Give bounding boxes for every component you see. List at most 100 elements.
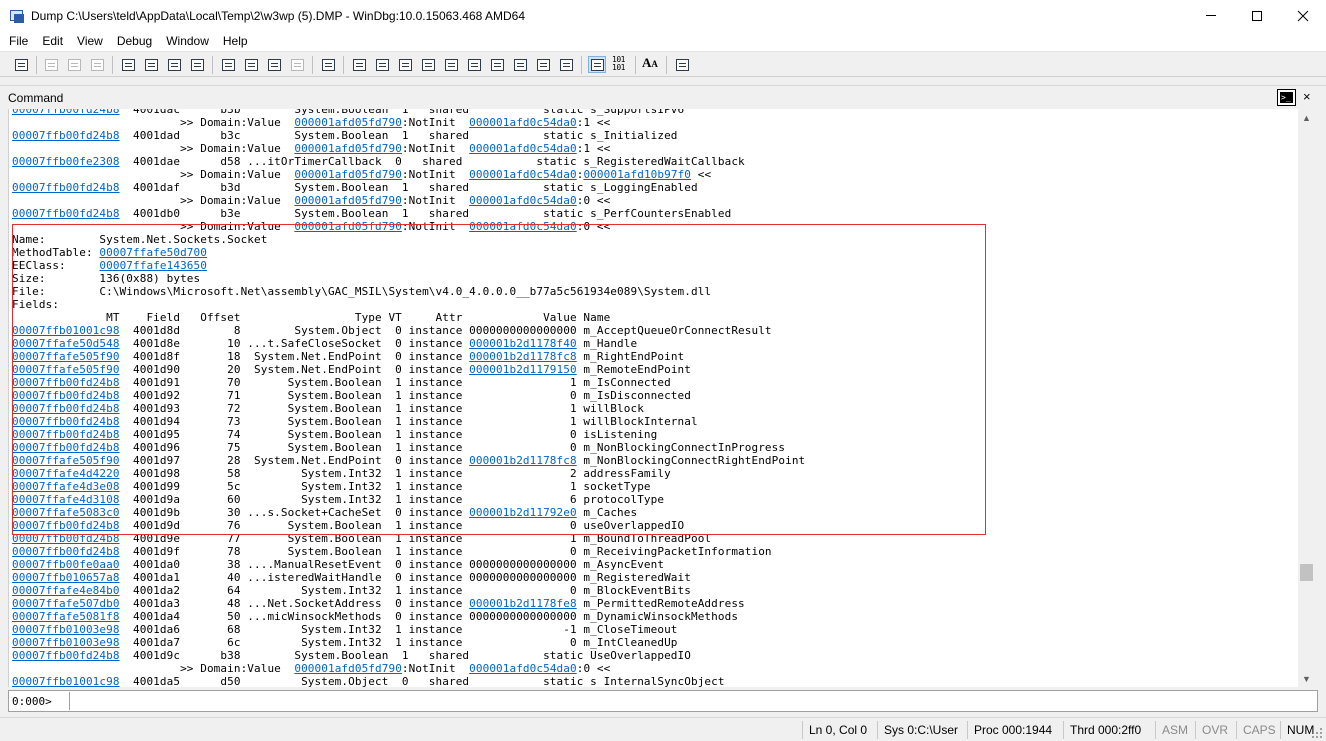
address-link[interactable]: 00007ffb00fd24b8 [12,402,120,415]
open-file-button[interactable] [12,56,30,73]
stop-debugging-button[interactable] [165,56,183,73]
address-link[interactable]: 00007ffb01003e98 [12,636,120,649]
address-link[interactable]: 00007ffafe505f90 [12,363,120,376]
address-link[interactable]: 00007ffafe4d4220 [12,467,120,480]
command-prompt-button[interactable]: >_ [1277,89,1296,106]
address-link[interactable]: 00007ffb00fd24b8 [12,532,120,545]
address-link[interactable]: 000001afd05fd790 [294,116,402,129]
address-link[interactable]: 000001afd05fd790 [294,662,402,675]
scroll-thumb[interactable] [1300,564,1313,581]
step-out-button[interactable] [265,56,283,73]
address-link[interactable]: 000001afd0c54da0 [469,168,577,181]
address-link[interactable]: 000001b2d1178fc8 [469,454,577,467]
address-link[interactable]: 00007ffb00fe2308 [12,155,120,168]
address-link[interactable]: 00007ffb00fd24b8 [12,519,120,532]
address-link[interactable]: 00007ffb010657a8 [12,571,120,584]
address-link[interactable]: 00007ffafe5081f8 [12,610,120,623]
address-link[interactable]: 00007ffafe505f90 [12,454,120,467]
command-input[interactable] [69,692,1309,710]
address-link[interactable]: 000001afd0c54da0 [469,116,577,129]
address-link[interactable]: 00007ffafe50d700 [99,246,207,259]
address-link[interactable]: 00007ffb00fd24b8 [12,545,120,558]
address-link[interactable]: 00007ffafe4d3108 [12,493,120,506]
address-link[interactable]: 000001b2d1178fc8 [469,350,577,363]
address-link[interactable]: 000001b2d11792e0 [469,506,577,519]
address-link[interactable]: 00007ffb00fd24b8 [12,428,120,441]
call-stack-window-button[interactable] [465,56,483,73]
copy-button[interactable] [65,56,83,73]
run-to-cursor-button[interactable] [288,56,306,73]
step-over-button[interactable] [242,56,260,73]
address-link[interactable]: 00007ffb00fd24b8 [12,415,120,428]
scroll-down-button[interactable]: ▼ [1298,670,1315,687]
hex-mode-button[interactable]: 101 101 [612,56,625,72]
address-link[interactable]: 00007ffb01001c98 [12,324,120,337]
output-line: EEClass: 00007ffafe143650 [12,259,805,272]
source-mode-button[interactable] [588,56,606,73]
scroll-up-button[interactable]: ▲ [1298,109,1315,126]
address-link[interactable]: 00007ffafe50d548 [12,337,120,350]
address-link[interactable]: 00007ffb00fd24b8 [12,649,120,662]
menu-edit[interactable]: Edit [35,31,70,51]
address-link[interactable]: 00007ffafe505f90 [12,350,120,363]
registers-window-button[interactable] [419,56,437,73]
breakpoint-button[interactable] [319,56,337,73]
address-link[interactable]: 00007ffb01001c98 [12,675,120,687]
address-link[interactable]: 000001afd0c54da0 [469,142,577,155]
address-link[interactable]: 000001b2d1178f40 [469,337,577,350]
address-link[interactable]: 00007ffafe143650 [99,259,207,272]
menu-debug[interactable]: Debug [110,31,159,51]
step-into-button[interactable] [219,56,237,73]
paste-button[interactable] [88,56,106,73]
address-link[interactable]: 00007ffb00fd24b8 [12,207,120,220]
go-button[interactable] [119,56,137,73]
address-link[interactable]: 00007ffafe507db0 [12,597,120,610]
font-button[interactable]: AA [642,55,658,71]
address-link[interactable]: 00007ffb01003e98 [12,623,120,636]
address-link[interactable]: 000001afd0c54da0 [469,662,577,675]
scratch-pad-button[interactable] [511,56,529,73]
menu-help[interactable]: Help [216,31,255,51]
address-link[interactable]: 000001afd05fd790 [294,142,402,155]
locals-window-button[interactable] [396,56,414,73]
address-link[interactable]: 00007ffafe5083c0 [12,506,120,519]
address-link[interactable]: 000001b2d1178fe8 [469,597,577,610]
minimize-button[interactable] [1188,0,1234,31]
command-panel-close-button[interactable]: × [1303,90,1311,104]
cut-button[interactable] [42,56,60,73]
address-link[interactable]: 00007ffb00fd24b8 [12,389,120,402]
address-link[interactable]: 00007ffb00fd24b8 [12,181,120,194]
close-button[interactable] [1280,0,1326,31]
menu-view[interactable]: View [70,31,110,51]
address-link[interactable]: 00007ffb00fd24b8 [12,109,120,116]
address-link[interactable]: 000001afd05fd790 [294,220,402,233]
break-button[interactable] [188,56,206,73]
address-link[interactable]: 00007ffb00fd24b8 [12,376,120,389]
address-link[interactable]: 00007ffb00fd24b8 [12,441,120,454]
output-scrollbar[interactable]: ▲ ▼ [1298,109,1315,687]
command-output[interactable]: 00007ffb00fd24b8 4001dac b3b System.Bool… [8,109,1298,687]
address-link[interactable]: 000001afd0c54da0 [469,220,577,233]
address-link[interactable]: 000001afd05fd790 [294,194,402,207]
address-link[interactable]: 000001afd0c54da0 [469,194,577,207]
restart-button[interactable] [142,56,160,73]
address-link[interactable]: 000001b2d1179150 [469,363,577,376]
output-lines: 00007ffb00fd24b8 4001dac b3b System.Bool… [12,109,805,687]
command-window-button[interactable] [350,56,368,73]
disassembly-window-button[interactable] [488,56,506,73]
processes-threads-button[interactable] [534,56,552,73]
watch-window-button[interactable] [373,56,391,73]
memory-window-button[interactable] [442,56,460,73]
address-link[interactable]: 00007ffafe4e84b0 [12,584,120,597]
resize-grip[interactable] [1312,728,1322,738]
menu-window[interactable]: Window [159,31,216,51]
address-link[interactable]: 00007ffb00fd24b8 [12,129,120,142]
options-button[interactable] [673,56,691,73]
address-link[interactable]: 000001afd05fd790 [294,168,402,181]
address-link[interactable]: 00007ffafe4d3e08 [12,480,120,493]
command-browser-button[interactable] [557,56,575,73]
address-link[interactable]: 000001afd10b97f0 [583,168,691,181]
menu-file[interactable]: File [2,31,35,51]
address-link[interactable]: 00007ffb00fe0aa0 [12,558,120,571]
maximize-button[interactable] [1234,0,1280,31]
